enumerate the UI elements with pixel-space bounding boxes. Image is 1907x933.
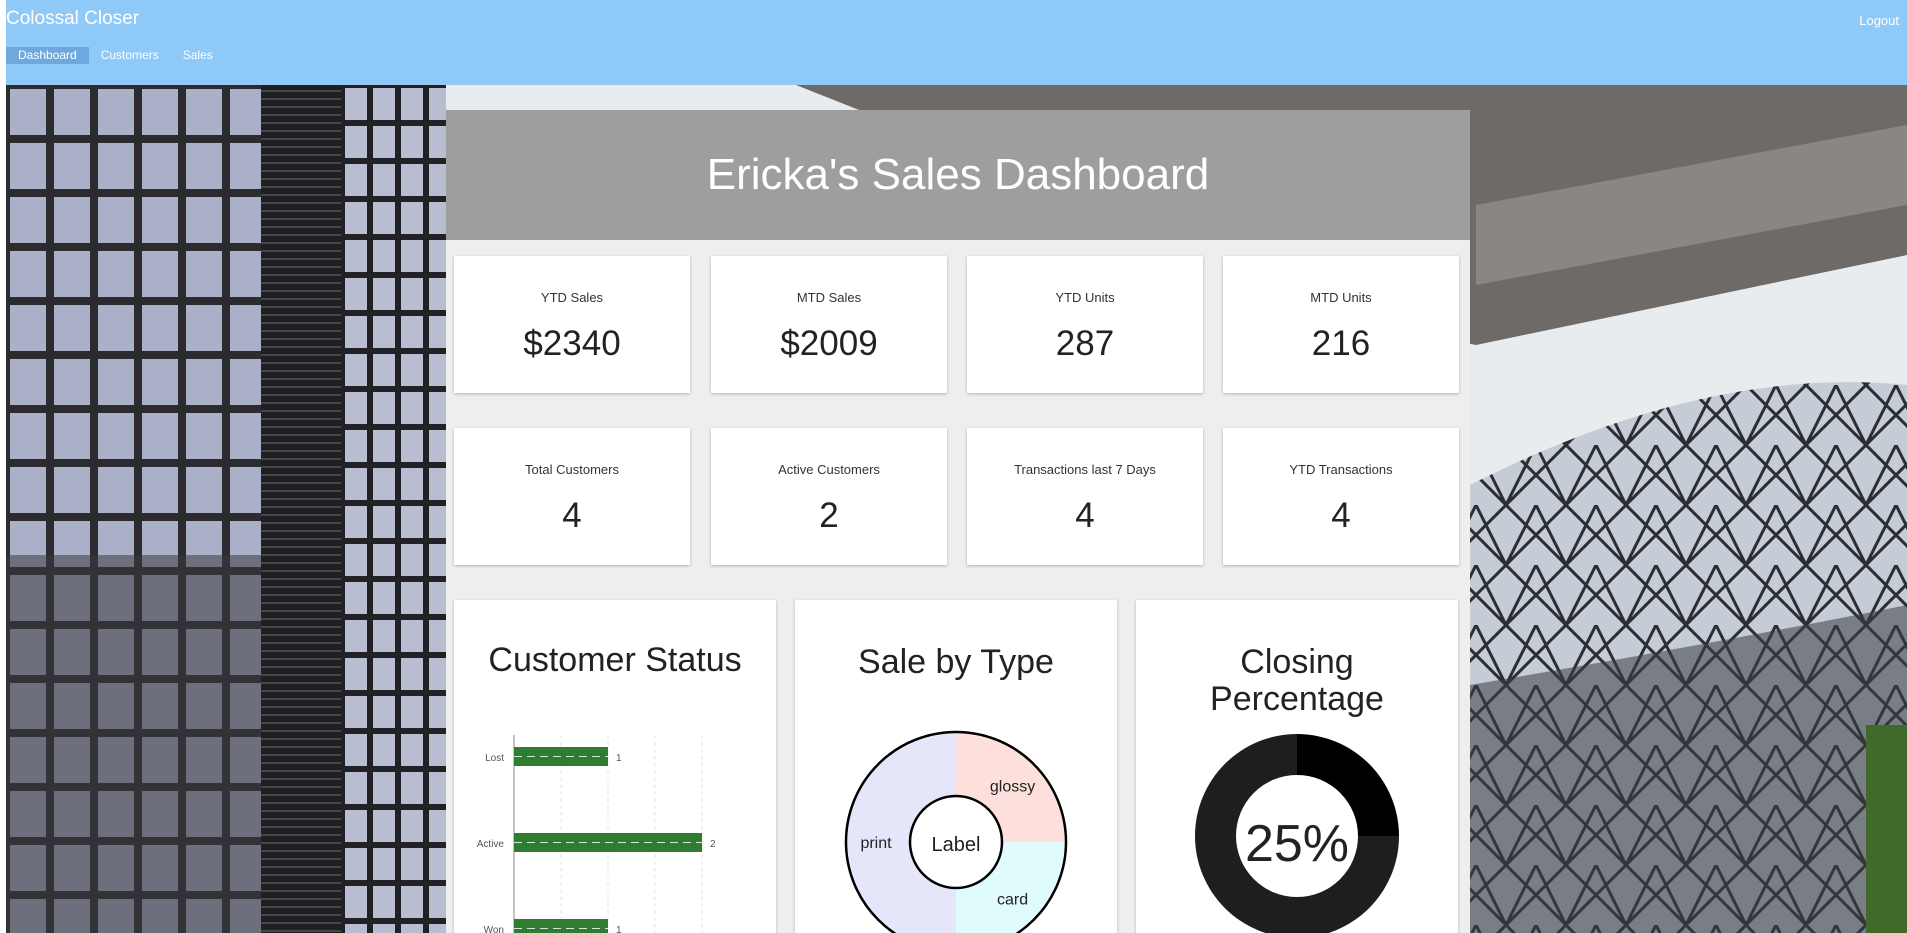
slice-label: card [997,892,1028,909]
stat-card-ytd-sales: YTD Sales $2340 [454,256,690,393]
customer-status-chart: Lost 1 Active 2 Won 1 [477,735,716,933]
stat-value: 287 [1055,324,1115,363]
sale-by-type-chart: glossy card print [844,730,1068,933]
stat-card-transactions-7-days: Transactions last 7 Days 4 [967,428,1203,565]
stat-label: YTD Sales [540,290,604,305]
tick-label: Active [477,839,505,850]
bar [514,919,608,933]
data-label: 2 [710,839,716,850]
stat-label: Total Customers [525,462,619,477]
data-label: 1 [616,925,622,933]
stat-card-total-customers: Total Customers 4 [454,428,690,565]
stat-value: 2 [819,496,839,535]
dashboard-title: Ericka's Sales Dashboard [706,150,1210,199]
customer-status-card: Customer Status Lost 1 Active 2 Won 1 [454,600,776,933]
stat-card-active-customers: Active Customers 2 [711,428,947,565]
stat-value: 216 [1311,324,1371,363]
stat-card-ytd-units: YTD Units 287 [967,256,1203,393]
nav-dashboard[interactable]: Dashboard [6,47,89,64]
data-label: 1 [616,753,622,764]
nav-customers[interactable]: Customers [89,47,171,64]
stat-label: Transactions last 7 Days [1014,462,1156,477]
donut-center-label: Label [931,834,981,856]
tick-label: Won [484,925,504,933]
slice-label: print [860,835,892,852]
closing-percentage-card: Closing Percentage 25% [1136,600,1458,933]
stat-label: Active Customers [778,462,880,477]
stat-card-ytd-transactions: YTD Transactions 4 [1223,428,1459,565]
stat-value: $2340 [523,324,621,363]
app-title[interactable]: Colossal Closer [6,8,139,30]
stat-label: MTD Units [1310,290,1372,305]
stat-label: MTD Sales [796,290,862,305]
stat-label: YTD Transactions [1289,462,1393,477]
slice-label: glossy [990,778,1035,795]
sale-by-type-card: Sale by Type glossy card print Label [795,600,1117,933]
top-navbar: Colossal Closer Logout Dashboard Custome… [6,0,1907,85]
logout-link[interactable]: Logout [1859,13,1899,28]
stat-value: $2009 [780,324,878,363]
closing-percentage-value: 25% [1244,815,1350,873]
stat-value: 4 [1075,496,1095,535]
closing-percentage-chart [1195,734,1399,933]
tick-label: Lost [485,753,504,764]
dashboard-panel: Ericka's Sales Dashboard YTD Sales $2340… [446,110,1470,933]
dashboard-header: Ericka's Sales Dashboard [446,110,1470,240]
stat-label: YTD Units [1055,290,1115,305]
stat-card-mtd-sales: MTD Sales $2009 [711,256,947,393]
stat-value: 4 [1331,496,1351,535]
stat-value: 4 [562,496,582,535]
main-nav: Dashboard Customers Sales [6,47,225,64]
nav-sales[interactable]: Sales [171,47,225,64]
stat-card-mtd-units: MTD Units 216 [1223,256,1459,393]
